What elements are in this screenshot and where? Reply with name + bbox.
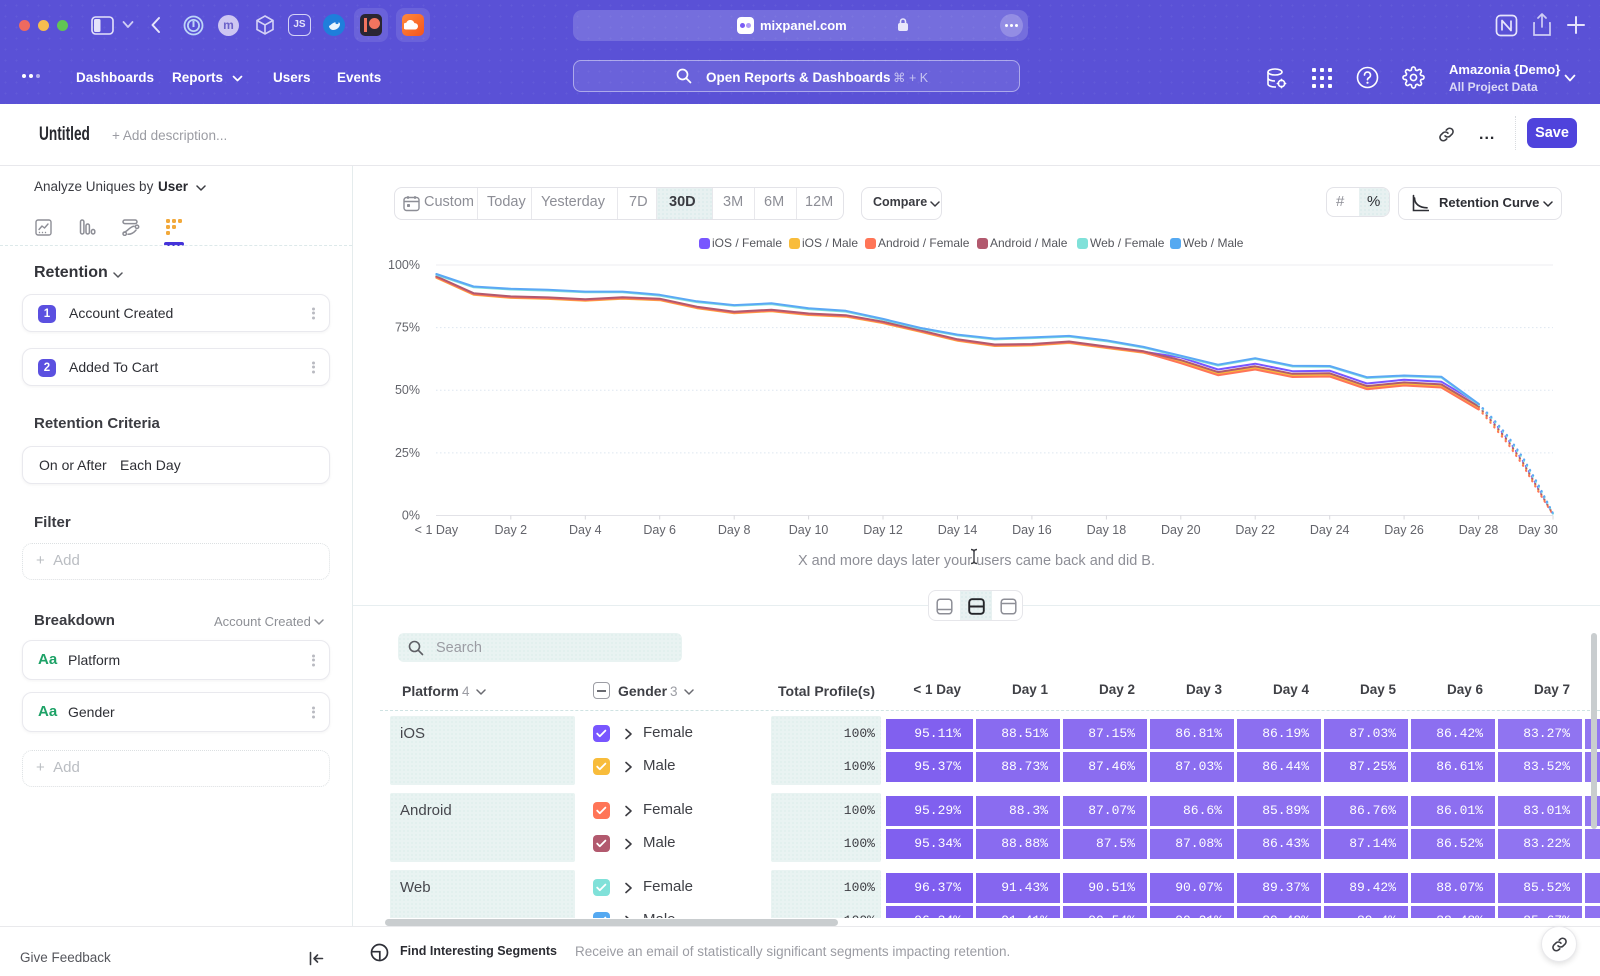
svg-text:Day 20: Day 20 bbox=[1161, 523, 1201, 537]
svg-text:Day 24: Day 24 bbox=[1310, 523, 1350, 537]
svg-text:Day 14: Day 14 bbox=[938, 523, 978, 537]
svg-text:< 1 Day: < 1 Day bbox=[415, 523, 459, 537]
svg-text:Day 18: Day 18 bbox=[1087, 523, 1127, 537]
svg-text:Day 30: Day 30 bbox=[1518, 523, 1558, 537]
svg-text:0%: 0% bbox=[402, 509, 420, 523]
svg-text:Day 16: Day 16 bbox=[1012, 523, 1052, 537]
svg-text:Day 2: Day 2 bbox=[494, 523, 527, 537]
svg-text:Day 28: Day 28 bbox=[1459, 523, 1499, 537]
svg-text:100%: 100% bbox=[388, 258, 420, 272]
svg-text:75%: 75% bbox=[395, 321, 420, 335]
svg-text:Day 8: Day 8 bbox=[718, 523, 751, 537]
svg-text:25%: 25% bbox=[395, 446, 420, 460]
svg-text:Day 22: Day 22 bbox=[1235, 523, 1275, 537]
svg-text:Day 4: Day 4 bbox=[569, 523, 602, 537]
svg-text:Day 10: Day 10 bbox=[789, 523, 829, 537]
svg-text:50%: 50% bbox=[395, 383, 420, 397]
svg-text:Day 26: Day 26 bbox=[1384, 523, 1424, 537]
svg-text:Day 6: Day 6 bbox=[643, 523, 676, 537]
svg-text:Day 12: Day 12 bbox=[863, 523, 903, 537]
